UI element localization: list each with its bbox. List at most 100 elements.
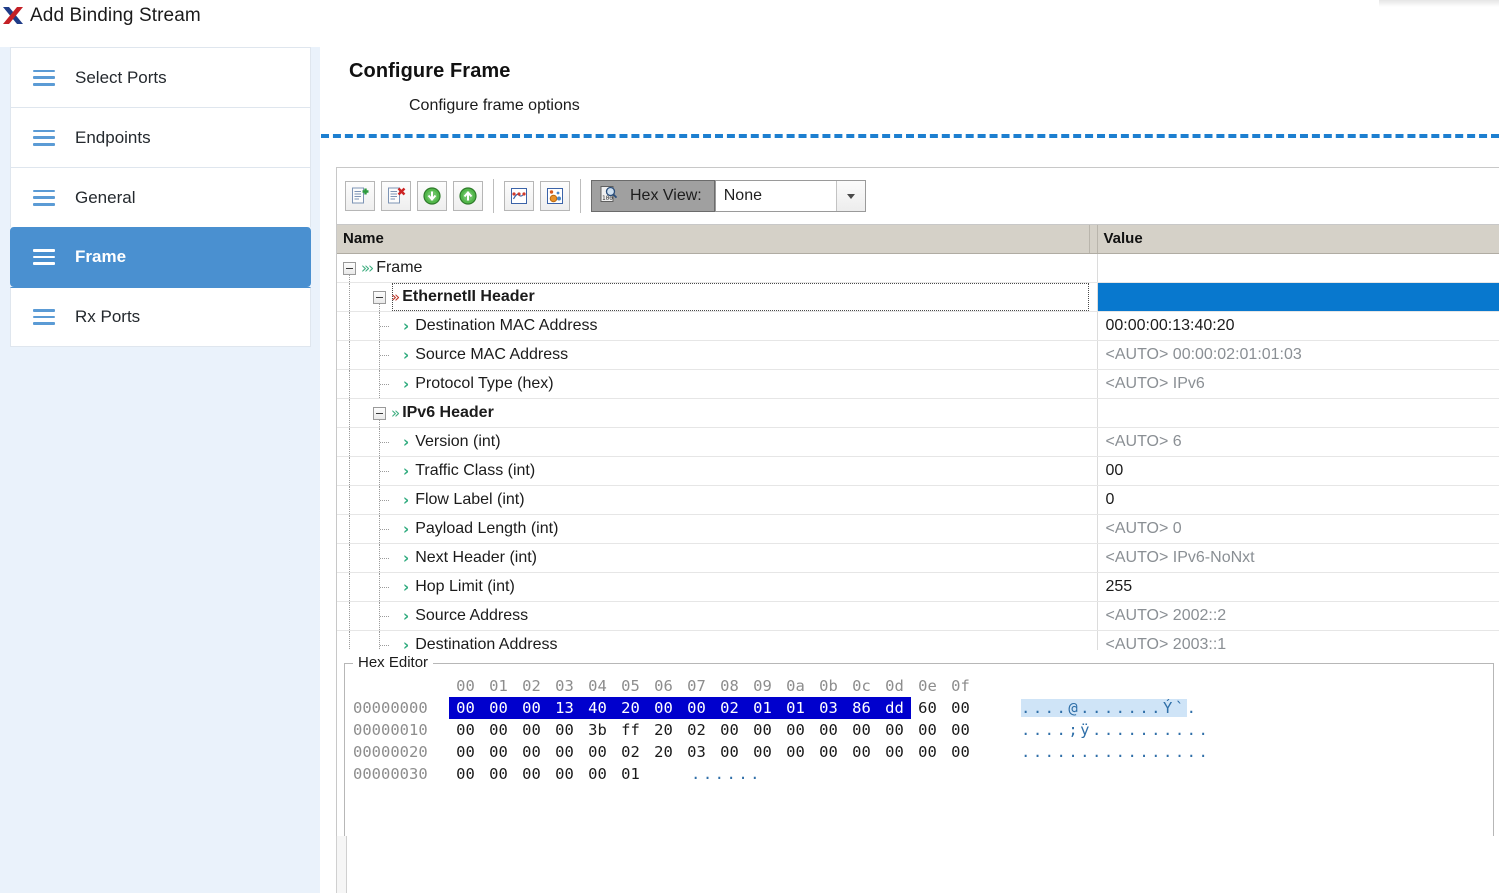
table-row[interactable]: › Destination Address <AUTO> 2003::1 xyxy=(337,630,1499,650)
hex-byte[interactable]: 00 xyxy=(482,719,515,741)
hex-byte[interactable]: 00 xyxy=(812,719,845,741)
tree-node[interactable]: »› Frame xyxy=(337,253,1089,283)
table-row[interactable]: › Flow Label (int) 0 xyxy=(337,485,1499,515)
modifiers-button[interactable] xyxy=(504,181,534,211)
hex-byte[interactable]: 00 xyxy=(911,741,944,763)
tree-node[interactable]: › Hop Limit (int) xyxy=(337,572,1089,602)
hex-byte[interactable]: 00 xyxy=(515,741,548,763)
hex-byte[interactable]: 02 xyxy=(614,741,647,763)
hex-byte[interactable]: 00 xyxy=(878,741,911,763)
hex-row[interactable]: 00000010 00 00 00 00 3b ff 20 02 00 00 00 00 00 00 00 00… xyxy=(353,719,1491,741)
tree-node-value[interactable]: 00:00:00:13:40:20 xyxy=(1096,311,1499,341)
table-row[interactable]: › Payload Length (int) <AUTO> 0 xyxy=(337,514,1499,544)
hex-editor-box[interactable]: 00 01 02 03 04 05 06 07 08 09 0a 0b 0c 0d 0e 0f 00000000… xyxy=(344,663,1494,863)
hex-byte-group[interactable]: 00 00 00 13 40 20 00 00 02 01 01 03 86 dd 60 00 xyxy=(449,697,977,719)
table-row[interactable]: » IPv6 Header xyxy=(337,398,1499,428)
hex-byte[interactable]: 00 xyxy=(812,741,845,763)
tree-node[interactable]: › Source Address xyxy=(337,601,1089,631)
hex-byte-group[interactable]: 00 00 00 00 00 02 20 03 00 00 00 00 00 00 00 00 xyxy=(449,741,977,763)
table-row[interactable]: › Source MAC Address <AUTO> 00:00:02:01:01… xyxy=(337,340,1499,370)
sidebar-item-select-ports[interactable]: Select Ports xyxy=(10,47,311,107)
tree-node-value[interactable]: <AUTO> IPv6-NoNxt xyxy=(1096,543,1499,573)
hex-byte[interactable]: 00 xyxy=(449,719,482,741)
tree-node-value[interactable]: <AUTO> 6 xyxy=(1096,427,1499,457)
tree-node[interactable]: › Protocol Type (hex) xyxy=(337,369,1089,399)
hex-byte[interactable]: 00 xyxy=(845,719,878,741)
hex-byte[interactable]: 00 xyxy=(515,697,548,719)
hex-byte[interactable]: 02 xyxy=(713,697,746,719)
sidebar-item-frame[interactable]: Frame xyxy=(10,227,311,287)
table-row[interactable]: › Traffic Class (int) 00 xyxy=(337,456,1499,486)
table-row[interactable]: » EthernetII Header xyxy=(337,282,1499,312)
table-row[interactable]: »› Frame xyxy=(337,253,1499,283)
hex-byte[interactable]: 00 xyxy=(482,763,515,785)
tree-node[interactable]: › Next Header (int) xyxy=(337,543,1089,573)
tree-node[interactable]: › Destination Address xyxy=(337,630,1089,650)
tree-node-value[interactable]: <AUTO> 0 xyxy=(1096,514,1499,544)
tree-node-value[interactable]: <AUTO> 2002::2 xyxy=(1096,601,1499,631)
tree-node[interactable]: » IPv6 Header xyxy=(337,398,1089,428)
delete-protocol-button[interactable] xyxy=(381,181,411,211)
hex-ascii[interactable]: ................ xyxy=(1021,741,1210,763)
table-row[interactable]: › Next Header (int) <AUTO> IPv6-NoNxt xyxy=(337,543,1499,573)
hex-byte[interactable]: 00 xyxy=(581,741,614,763)
hex-byte-group[interactable]: 00 00 00 00 00 01 xyxy=(449,763,647,785)
hex-byte[interactable]: 00 xyxy=(548,763,581,785)
hex-byte[interactable]: 00 xyxy=(845,741,878,763)
collapse-toggle-icon[interactable] xyxy=(373,290,386,304)
hex-ascii[interactable]: ....@.......Ý`. xyxy=(1021,697,1199,719)
tree-node[interactable]: › Payload Length (int) xyxy=(337,514,1089,544)
tree-node-value[interactable] xyxy=(1096,253,1499,283)
tree-node[interactable]: » EthernetII Header xyxy=(337,282,1089,312)
tree-node[interactable]: › Version (int) xyxy=(337,427,1089,457)
hex-ascii[interactable]: ....;ÿ.......... xyxy=(1021,719,1210,741)
hex-byte[interactable]: 00 xyxy=(878,719,911,741)
payload-button[interactable] xyxy=(540,181,570,211)
hex-byte[interactable]: 86 xyxy=(845,697,878,719)
tree-node[interactable]: › Flow Label (int) xyxy=(337,485,1089,515)
collapse-toggle-icon[interactable] xyxy=(373,406,386,420)
hex-byte[interactable]: 00 xyxy=(515,719,548,741)
hex-byte[interactable]: 00 xyxy=(449,741,482,763)
hex-byte[interactable]: 00 xyxy=(944,719,977,741)
add-protocol-button[interactable] xyxy=(345,181,375,211)
tree-node[interactable]: › Source MAC Address xyxy=(337,340,1089,370)
sidebar-item-rx-ports[interactable]: Rx Ports xyxy=(10,287,311,347)
hex-byte[interactable]: 01 xyxy=(779,697,812,719)
tree-node-value[interactable]: <AUTO> 2003::1 xyxy=(1096,630,1499,650)
hex-byte[interactable]: 20 xyxy=(647,741,680,763)
hex-byte[interactable]: 00 xyxy=(944,697,977,719)
table-row[interactable]: › Source Address <AUTO> 2002::2 xyxy=(337,601,1499,631)
hex-byte[interactable]: 00 xyxy=(548,719,581,741)
hex-byte[interactable]: 03 xyxy=(680,741,713,763)
hex-byte[interactable]: 00 xyxy=(680,697,713,719)
hex-row[interactable]: 00000020 00 00 00 00 00 02 20 03 00 00 00 00 00 00 00 00… xyxy=(353,741,1491,763)
table-row[interactable]: › Version (int) <AUTO> 6 xyxy=(337,427,1499,457)
hex-byte[interactable]: 00 xyxy=(515,763,548,785)
hex-byte[interactable]: 00 xyxy=(482,741,515,763)
hex-byte[interactable]: ff xyxy=(614,719,647,741)
hex-ascii[interactable]: ...... xyxy=(691,763,762,785)
hex-byte[interactable]: 13 xyxy=(548,697,581,719)
hex-byte[interactable]: 3b xyxy=(581,719,614,741)
chevron-down-icon[interactable] xyxy=(835,181,865,211)
tree-node[interactable]: › Destination MAC Address xyxy=(337,311,1089,341)
hex-byte[interactable]: 40 xyxy=(581,697,614,719)
tree-node-value[interactable]: 00 xyxy=(1096,456,1499,486)
hex-byte[interactable]: 02 xyxy=(680,719,713,741)
hex-byte[interactable]: dd xyxy=(878,697,911,719)
hex-byte[interactable]: 00 xyxy=(449,763,482,785)
hex-byte[interactable]: 00 xyxy=(713,741,746,763)
hex-byte[interactable]: 00 xyxy=(713,719,746,741)
hex-row[interactable]: 00000000 00 00 00 13 40 20 00 00 02 01 01 03 86 dd 60 00… xyxy=(353,697,1491,719)
column-header-name[interactable]: Name xyxy=(337,225,1090,254)
column-header-value[interactable]: Value xyxy=(1097,225,1499,254)
hex-view-select[interactable]: None xyxy=(714,180,866,212)
sidebar-item-general[interactable]: General xyxy=(10,167,311,227)
hex-byte[interactable]: 01 xyxy=(614,763,647,785)
tree-node-value[interactable] xyxy=(1096,282,1499,312)
hex-byte[interactable]: 20 xyxy=(647,719,680,741)
hex-byte-group[interactable]: 00 00 00 00 3b ff 20 02 00 00 00 00 00 00 00 00 xyxy=(449,719,977,741)
hex-editor-content[interactable]: 00 01 02 03 04 05 06 07 08 09 0a 0b 0c 0d 0e 0f 00000000… xyxy=(347,675,1491,785)
hex-byte[interactable]: 00 xyxy=(944,741,977,763)
